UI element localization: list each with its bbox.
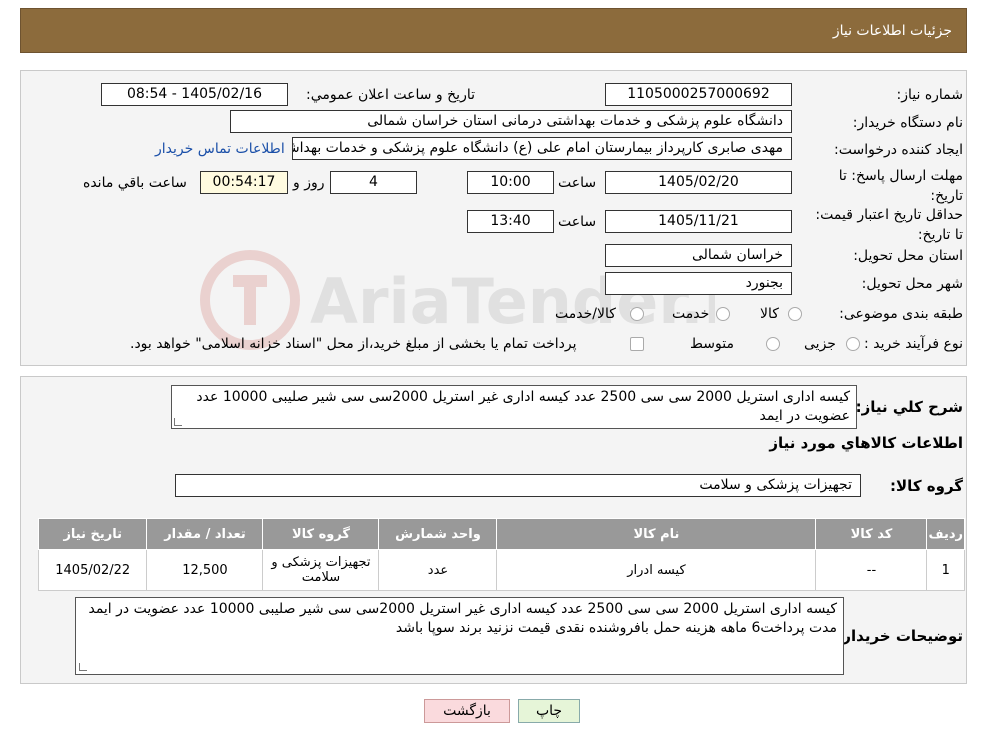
process-option-minor: جزیی [804, 336, 836, 352]
table-row: 1 -- کیسه ادرار عدد تجهیزات پزشکی و سلام… [37, 549, 965, 591]
process-type-label: نوع فرآيند خريد : [864, 336, 963, 352]
col-code: کد کالا [815, 518, 928, 550]
page-header: جزئیات اطلاعات نیاز [20, 8, 967, 53]
province-field: خراسان شمالی [605, 244, 792, 267]
general-desc-label: شرح کلي نياز: [855, 398, 963, 416]
col-name: نام کالا [496, 518, 817, 550]
announce-datetime-field: 1405/02/16 - 08:54 [101, 83, 288, 106]
remaining-time-field: 00:54:17 [200, 171, 288, 194]
buyer-org-label: نام دستگاه خريدار: [852, 115, 963, 131]
days-field: 4 [330, 171, 417, 194]
validity-hour-field: 13:40 [467, 210, 554, 233]
goods-group-label: گروه کالا: [890, 477, 963, 495]
col-unit: واحد شمارش [378, 518, 498, 550]
cell-unit: عدد [378, 549, 498, 591]
contact-buyer-link[interactable]: اطلاعات تماس خریدار [155, 141, 285, 157]
cell-qty: 12,500 [146, 549, 264, 591]
textarea-resize-grip[interactable] [174, 418, 182, 426]
remaining-label: ساعت باقي مانده [83, 175, 187, 191]
validity-date-field: 1405/11/21 [605, 210, 792, 233]
buyer-notes-label: توضيحات خريدار: [836, 627, 963, 645]
city-field: بجنورد [605, 272, 792, 295]
buyer-org-field: دانشگاه علوم پزشکی و خدمات بهداشتی درمان… [230, 110, 792, 133]
col-row: ردیف [926, 518, 965, 550]
requester-field: مهدی صابری کارپرداز بیمارستان امام علی (… [292, 137, 792, 160]
col-date: تاریخ نیاز [37, 518, 148, 550]
need-number-field: 1105000257000692 [605, 83, 792, 106]
category-radio-service[interactable] [716, 307, 730, 321]
cell-code: -- [815, 549, 928, 591]
delivery-province-label: استان محل تحويل: [853, 248, 963, 264]
treasury-note: پرداخت تمام یا بخشی از مبلغ خرید،از محل … [130, 336, 577, 352]
goods-info-heading: اطلاعات کالاهاي مورد نياز [769, 434, 963, 452]
reply-date-field: 1405/02/20 [605, 171, 792, 194]
category-radio-goods-service[interactable] [630, 307, 644, 321]
reply-hour-label: ساعت [558, 175, 597, 191]
validity-hour-label: ساعت [558, 214, 597, 230]
buyer-notes-textarea[interactable]: کیسه اداری استریل 2000 سی سی 2500 عدد کی… [75, 597, 844, 675]
items-table-header: ردیف کد کالا نام کالا واحد شمارش گروه کا… [37, 518, 965, 550]
category-radio-goods[interactable] [788, 307, 802, 321]
page-title: جزئیات اطلاعات نیاز [832, 23, 952, 39]
delivery-city-label: شهر محل تحويل: [861, 276, 963, 292]
general-desc-textarea[interactable]: کیسه اداری استریل 2000 سی سی 2500 عدد کی… [171, 385, 857, 429]
category-option-goods-service: کالا/خدمت [555, 306, 616, 322]
need-number-label: شماره نیاز: [896, 87, 964, 103]
back-button[interactable]: بازگشت [424, 699, 510, 723]
col-group: گروه کالا [262, 518, 380, 550]
price-validity-label: حداقل تاريخ اعتبار قيمت: تا تاریخ: [815, 207, 963, 243]
cell-name: کیسه ادرار [496, 549, 817, 591]
col-qty: تعداد / مقدار [146, 518, 264, 550]
process-option-medium: متوسط [690, 336, 734, 352]
items-table: ردیف کد کالا نام کالا واحد شمارش گروه کا… [37, 518, 965, 591]
day-and-label: روز و [293, 175, 325, 191]
category-label: طبقه بندی موضوعی: [839, 306, 963, 322]
category-option-goods: کالا [760, 306, 779, 322]
notes-resize-grip[interactable] [79, 663, 87, 671]
print-button[interactable]: چاپ [518, 699, 580, 723]
reply-hour-field: 10:00 [467, 171, 554, 194]
treasury-checkbox[interactable] [630, 337, 644, 351]
cell-row: 1 [926, 549, 965, 591]
category-option-service: خدمت [672, 306, 710, 322]
cell-date: 1405/02/22 [37, 549, 148, 591]
requester-label: ايجاد کننده درخواست: [834, 142, 963, 158]
reply-deadline-label: مهلت ارسال پاسخ: تا تاریخ: [838, 168, 963, 204]
process-radio-minor[interactable] [846, 337, 860, 351]
process-radio-medium[interactable] [766, 337, 780, 351]
goods-group-field: تجهیزات پزشکی و سلامت [175, 474, 861, 497]
announce-datetime-label: تاريخ و ساعت اعلان عمومي: [306, 87, 475, 103]
cell-group: تجهیزات پزشکی و سلامت [262, 549, 380, 591]
